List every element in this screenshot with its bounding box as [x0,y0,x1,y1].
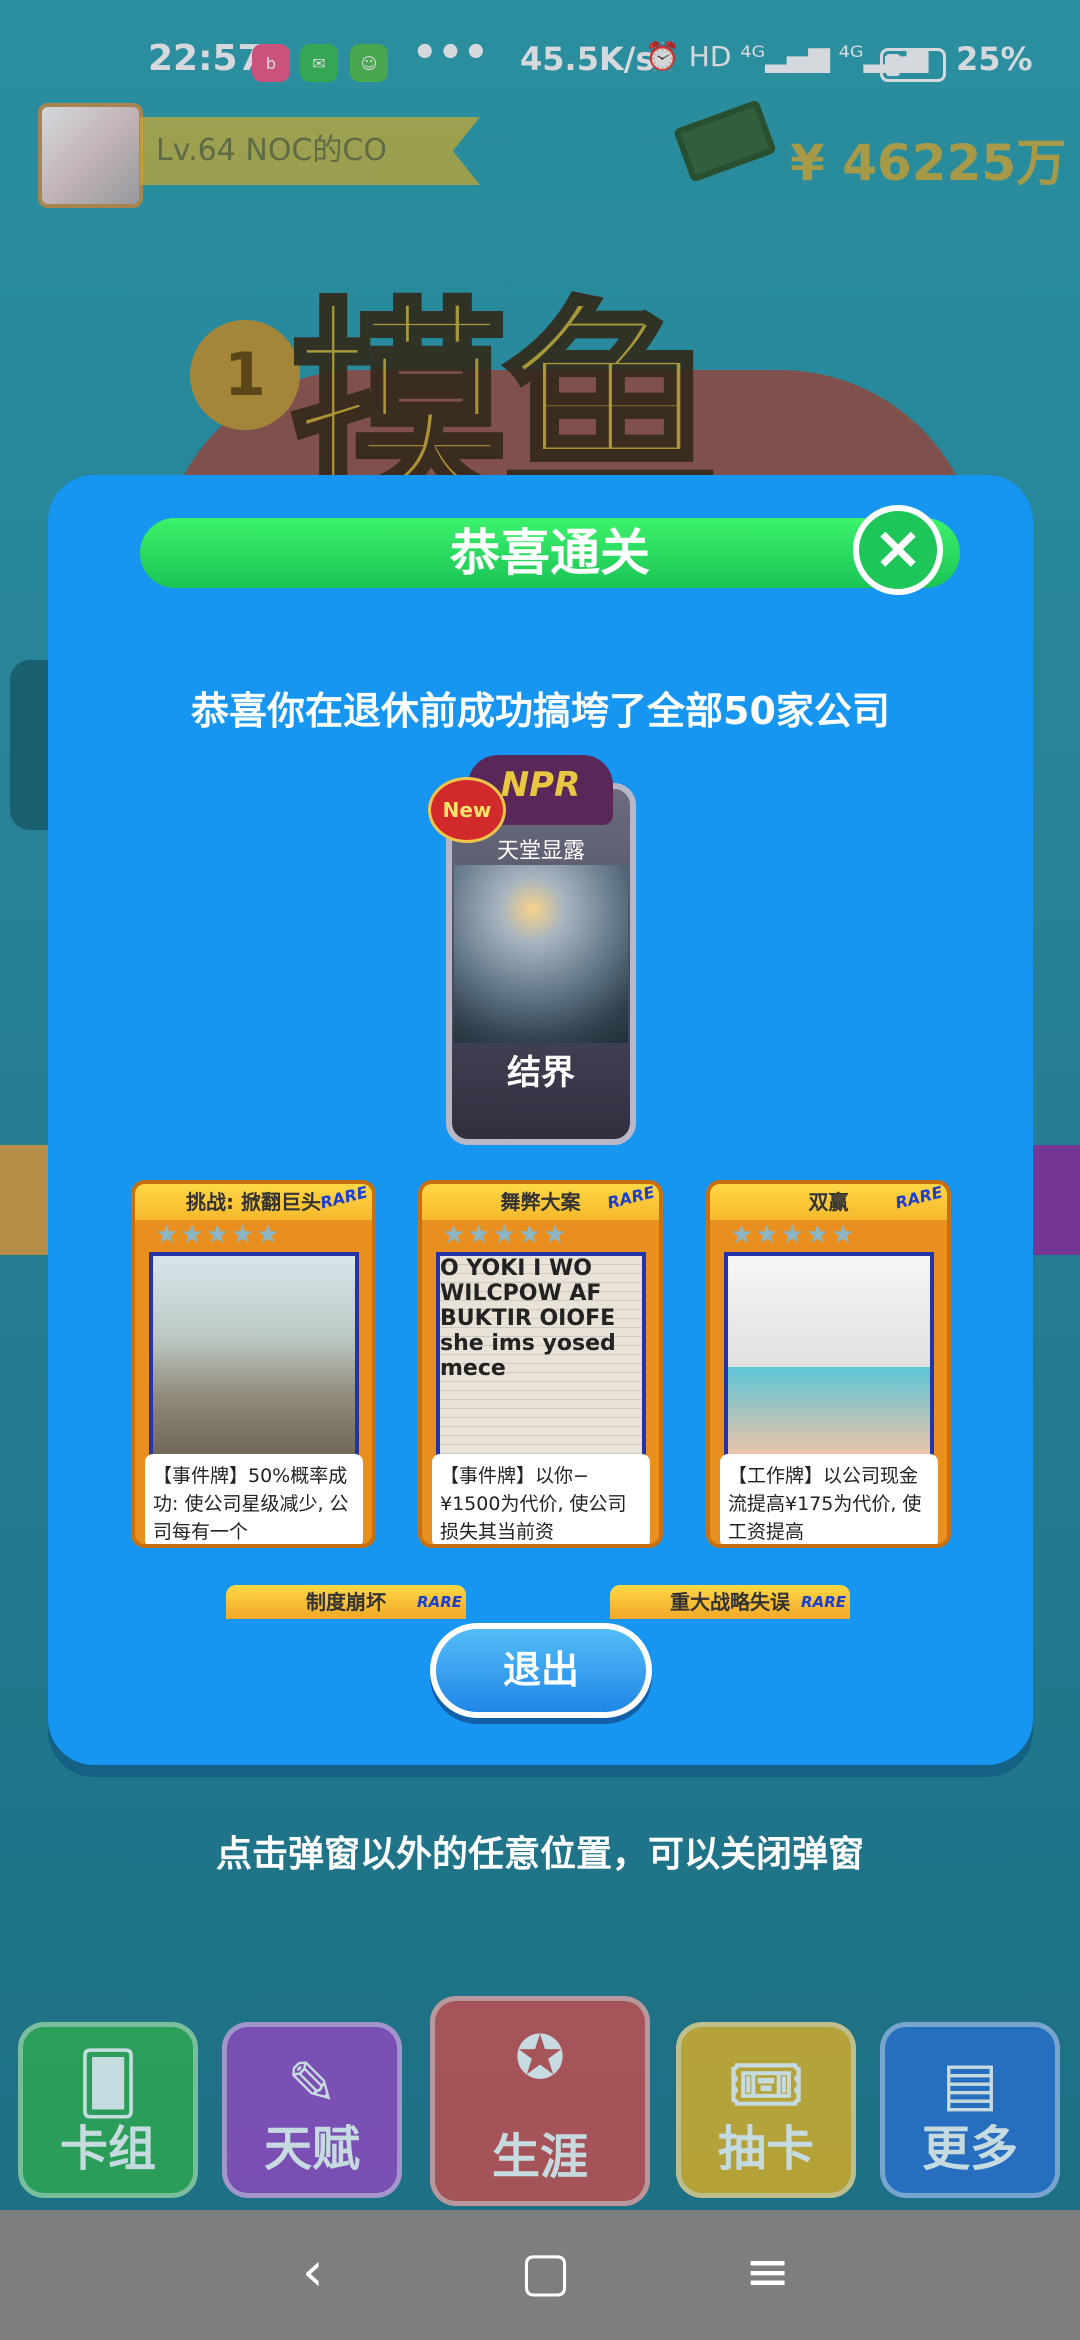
nav-more-button[interactable]: ▤ 更多 [880,2022,1060,2198]
medal-icon: ✪ [514,2023,566,2093]
card-preview[interactable]: 重大战略失误 RARE [610,1585,850,1619]
card-description: 【工作牌】以公司现金流提高¥175为代价, 使工资提高 [720,1454,938,1544]
victory-modal: 恭喜通关 × 恭喜你在退休前成功搞垮了全部50家公司 NPR New 天堂显露 … [48,475,1033,1765]
back-icon[interactable]: ‹ [302,2240,324,2303]
congrats-message: 恭喜你在退休前成功搞垮了全部50家公司 [191,689,890,733]
card-description: 【事件牌】以你−¥1500为代价, 使公司损失其当前资 [432,1454,650,1544]
exit-button[interactable]: 退出 [430,1623,652,1718]
card-art [724,1252,934,1462]
rare-badge: RARE [417,1593,462,1611]
reward-card-subtitle: 结界 [507,1053,575,1093]
nav-draw-button[interactable]: 🎟 抽卡 [676,2022,856,2198]
card-art [149,1252,359,1462]
menu-icon[interactable]: ≡ [745,2240,790,2303]
nav-deck-button[interactable]: 🂠 卡组 [18,2022,198,2198]
star-rating: ★★★★★ [442,1220,569,1250]
card-description: 【事件牌】50%概率成功: 使公司星级减少, 公司每有一个 [145,1454,363,1544]
home-icon[interactable]: ▢ [520,2240,571,2303]
card-preview[interactable]: 制度崩坏 RARE [226,1585,466,1619]
reward-card-name: 天堂显露 [496,839,585,864]
modal-title: 恭喜通关 [140,518,960,588]
system-nav-bar: ‹ ▢ ≡ [0,2210,1080,2340]
event-card[interactable]: 挑战: 掀翻巨头 RARE ★★★★★ 【事件牌】50%概率成功: 使公司星级减… [131,1180,376,1548]
card-title: 制度崩坏 [306,1590,386,1614]
close-icon[interactable]: × [853,505,943,595]
event-card[interactable]: 舞弊大案 RARE ★★★★★ O YOKI I WO WILCPOW AF B… [418,1180,663,1548]
nav-talent-button[interactable]: ✎ 天赋 [222,2022,402,2198]
reward-card-art [454,865,628,1043]
star-rating: ★★★★★ [155,1220,282,1250]
star-rating: ★★★★★ [730,1220,857,1250]
card-title: 重大战略失误 [670,1590,790,1614]
nav-career-button[interactable]: ✪ 生涯 [430,1996,650,2206]
card-art: O YOKI I WO WILCPOW AF BUKTIR OIOFE she … [436,1252,646,1462]
game-bottom-nav: 🂠 卡组 ✎ 天赋 ✪ 生涯 🎟 抽卡 ▤ 更多 [0,1996,1080,2210]
dismiss-hint: 点击弹窗以外的任意位置，可以关闭弹窗 [215,1834,864,1875]
work-card[interactable]: 双赢 RARE ★★★★★ 【工作牌】以公司现金流提高¥175为代价, 使工资提… [706,1180,951,1548]
rare-badge: RARE [801,1593,846,1611]
reward-card[interactable]: NPR New 天堂显露 结界 [428,755,653,1145]
